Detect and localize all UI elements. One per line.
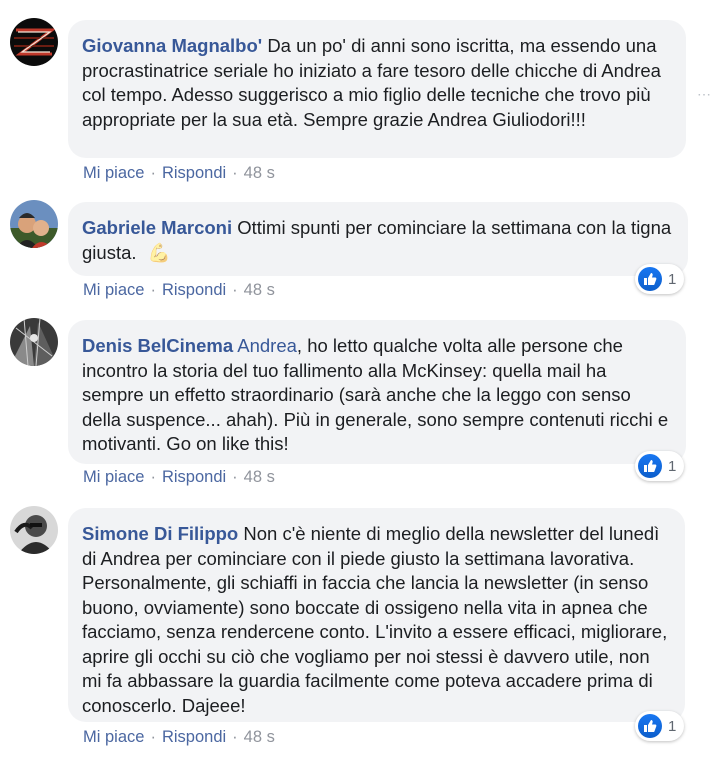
like-link[interactable]: Mi piace <box>83 281 144 299</box>
comment-text: Non c'è niente di meglio della newslette… <box>82 523 668 716</box>
comment-bubble: Simone Di Filippo Non c'è niente di megl… <box>68 508 685 722</box>
comment-actions: Mi piace · Rispondi · 48 s <box>83 728 275 747</box>
like-link[interactable]: Mi piace <box>83 468 144 486</box>
flexed-biceps-emoji: 💪 <box>147 241 171 263</box>
separator: · <box>232 281 238 299</box>
like-icon <box>638 714 662 738</box>
comment-author[interactable]: Denis BelCinema <box>82 335 233 356</box>
timestamp[interactable]: 48 s <box>244 281 275 299</box>
like-link[interactable]: Mi piace <box>83 164 144 182</box>
separator: · <box>232 164 238 182</box>
timestamp[interactable]: 48 s <box>244 164 275 182</box>
reply-link[interactable]: Rispondi <box>162 468 226 486</box>
comment-author[interactable]: Simone Di Filippo <box>82 523 238 544</box>
reaction-count[interactable]: 1 <box>635 451 685 481</box>
reply-link[interactable]: Rispondi <box>162 164 226 182</box>
avatar[interactable] <box>10 200 58 248</box>
avatar[interactable] <box>10 18 58 66</box>
comment-bubble: Gabriele Marconi Ottimi spunti per comin… <box>68 202 688 276</box>
avatar[interactable] <box>10 506 58 554</box>
comment-author[interactable]: Giovanna Magnalbo' <box>82 35 262 56</box>
comment-actions: Mi piace · Rispondi · 48 s <box>83 281 275 300</box>
comment-actions: Mi piace · Rispondi · 48 s <box>83 468 275 487</box>
separator: · <box>150 164 156 182</box>
separator: · <box>150 728 156 746</box>
like-icon <box>638 454 662 478</box>
reaction-number: 1 <box>668 717 677 735</box>
reaction-number: 1 <box>668 457 677 475</box>
reaction-count[interactable]: 1 <box>635 711 685 741</box>
reaction-number: 1 <box>668 270 677 288</box>
avatar[interactable] <box>10 318 58 366</box>
mention-link[interactable]: Andrea <box>237 335 297 356</box>
like-link[interactable]: Mi piace <box>83 728 144 746</box>
comment-author[interactable]: Gabriele Marconi <box>82 217 232 238</box>
comment-actions: Mi piace · Rispondi · 48 s <box>83 164 275 183</box>
separator: · <box>150 281 156 299</box>
reaction-count[interactable]: 1 <box>635 264 685 294</box>
separator: · <box>232 468 238 486</box>
reply-link[interactable]: Rispondi <box>162 281 226 299</box>
separator: · <box>150 468 156 486</box>
reply-link[interactable]: Rispondi <box>162 728 226 746</box>
more-options-icon[interactable]: ⋯ <box>697 86 711 103</box>
timestamp[interactable]: 48 s <box>244 728 275 746</box>
like-icon <box>638 267 662 291</box>
comment-bubble: Giovanna Magnalbo' Da un po' di anni son… <box>68 20 686 158</box>
separator: · <box>232 728 238 746</box>
comment-bubble: Denis BelCinema Andrea, ho letto qualche… <box>68 320 686 464</box>
timestamp[interactable]: 48 s <box>244 468 275 486</box>
